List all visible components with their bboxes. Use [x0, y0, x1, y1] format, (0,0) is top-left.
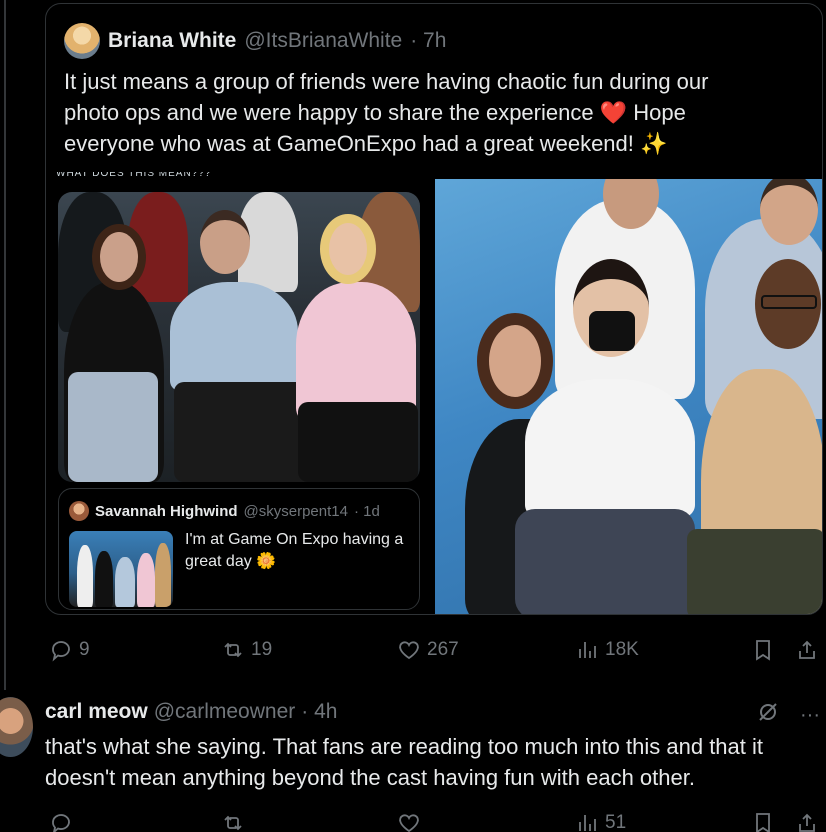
share-icon	[799, 640, 815, 659]
reply-count: 9	[79, 639, 90, 660]
nested-post-time[interactable]: · 1d	[354, 503, 380, 520]
heart-icon	[399, 641, 419, 660]
author-name[interactable]: Briana White	[108, 29, 236, 53]
photo-figure	[170, 282, 298, 392]
reply-button[interactable]: 9	[49, 638, 90, 662]
share-icon	[799, 813, 815, 832]
photo-figure	[296, 282, 416, 422]
reply-author-handle[interactable]: @carlmeowner	[154, 700, 296, 724]
quoted-post-card[interactable]: Briana White @ItsBrianaWhite · 7h It jus…	[45, 3, 823, 615]
photo-head	[200, 210, 250, 274]
nested-post-header: Savannah Highwind @skyserpent14 · 1d	[69, 501, 380, 521]
blossom-emoji: 🌼	[256, 553, 277, 570]
repost-icon	[224, 815, 242, 831]
author-handle[interactable]: @ItsBrianaWhite	[244, 29, 402, 53]
thumb-figure	[115, 557, 135, 607]
thumb-figure	[137, 553, 155, 607]
nested-author-name[interactable]: Savannah Highwind	[95, 503, 238, 520]
photo-head	[92, 224, 146, 290]
photo-jeans	[68, 372, 158, 482]
photo-head	[477, 313, 553, 409]
share-button[interactable]	[795, 638, 819, 662]
bookmark-button[interactable]	[751, 638, 775, 662]
nested-post-text: I'm at Game On Expo having a great day 🌼	[185, 529, 415, 573]
nested-author-handle[interactable]: @skyserpent14	[244, 503, 348, 520]
post-time[interactable]: · 7h	[410, 29, 446, 53]
thread-connector-line	[4, 0, 6, 690]
reply-author-avatar[interactable]	[0, 697, 33, 757]
quoted-post-actions: 9 19 267 18K	[45, 635, 825, 665]
views-chart-icon	[579, 815, 596, 831]
nested-text: I'm at Game On Expo having a great day	[185, 531, 404, 570]
author-avatar[interactable]	[64, 23, 100, 59]
photo-skirt	[515, 509, 695, 614]
more-options-button[interactable]: ···	[800, 704, 820, 727]
group-photo-left[interactable]	[58, 192, 420, 482]
reply-button[interactable]	[49, 811, 73, 832]
repost-icon	[224, 642, 242, 658]
photo-pants	[687, 529, 822, 614]
reply-post-actions: 51	[45, 808, 825, 832]
photo-glasses	[761, 295, 817, 309]
repost-button[interactable]: 19	[221, 638, 272, 662]
thumb-figure	[95, 551, 113, 607]
grok-icon[interactable]	[756, 700, 780, 730]
heart-emoji: ❤️	[599, 100, 628, 125]
like-button[interactable]	[397, 811, 421, 832]
nested-quoted-post[interactable]: Savannah Highwind @skyserpent14 · 1d I'm…	[58, 488, 420, 610]
views-count: 51	[605, 812, 627, 832]
quoted-post-header: Briana White @ItsBrianaWhite · 7h	[64, 23, 446, 59]
heart-icon	[399, 814, 419, 832]
views-count: 18K	[605, 639, 639, 660]
repost-count: 19	[251, 639, 273, 660]
quoted-post-text: It just means a group of friends were ha…	[64, 66, 764, 159]
repost-button[interactable]	[221, 811, 245, 832]
bookmark-icon	[756, 813, 770, 832]
views-chart-icon	[579, 642, 596, 658]
like-count: 267	[427, 639, 459, 660]
thumb-figure	[77, 545, 93, 607]
sparkles-emoji: ✨	[640, 131, 668, 156]
photo-pants	[298, 402, 418, 482]
reply-post-text: that's what she saying. That fans are re…	[45, 734, 763, 790]
photo-figure	[525, 379, 695, 519]
views-button[interactable]: 51	[575, 811, 626, 832]
photo-head	[320, 214, 376, 284]
views-button[interactable]: 18K	[575, 638, 639, 662]
reply-author-name[interactable]: carl meow	[45, 700, 148, 724]
group-photo-right[interactable]	[435, 179, 822, 614]
bookmark-icon	[756, 640, 770, 661]
reply-post-time[interactable]: · 4h	[301, 700, 337, 724]
grok-slash-icon	[759, 703, 777, 721]
photo-pants	[174, 382, 314, 482]
reply-icon	[52, 814, 70, 832]
reply-post-header: carl meow @carlmeowner · 4h	[45, 700, 337, 724]
reply-icon	[52, 641, 70, 662]
cropped-caption-text: WHAT DOES THIS MEAN???	[56, 172, 212, 178]
thumb-figure	[155, 543, 171, 607]
like-button[interactable]: 267	[397, 638, 459, 662]
nested-post-thumbnail[interactable]	[69, 531, 173, 607]
bookmark-button[interactable]	[751, 811, 775, 832]
nested-author-avatar[interactable]	[69, 501, 89, 521]
photo-face-mask	[589, 311, 635, 351]
share-button[interactable]	[795, 811, 819, 832]
reply-post-tools: ···	[756, 700, 820, 730]
